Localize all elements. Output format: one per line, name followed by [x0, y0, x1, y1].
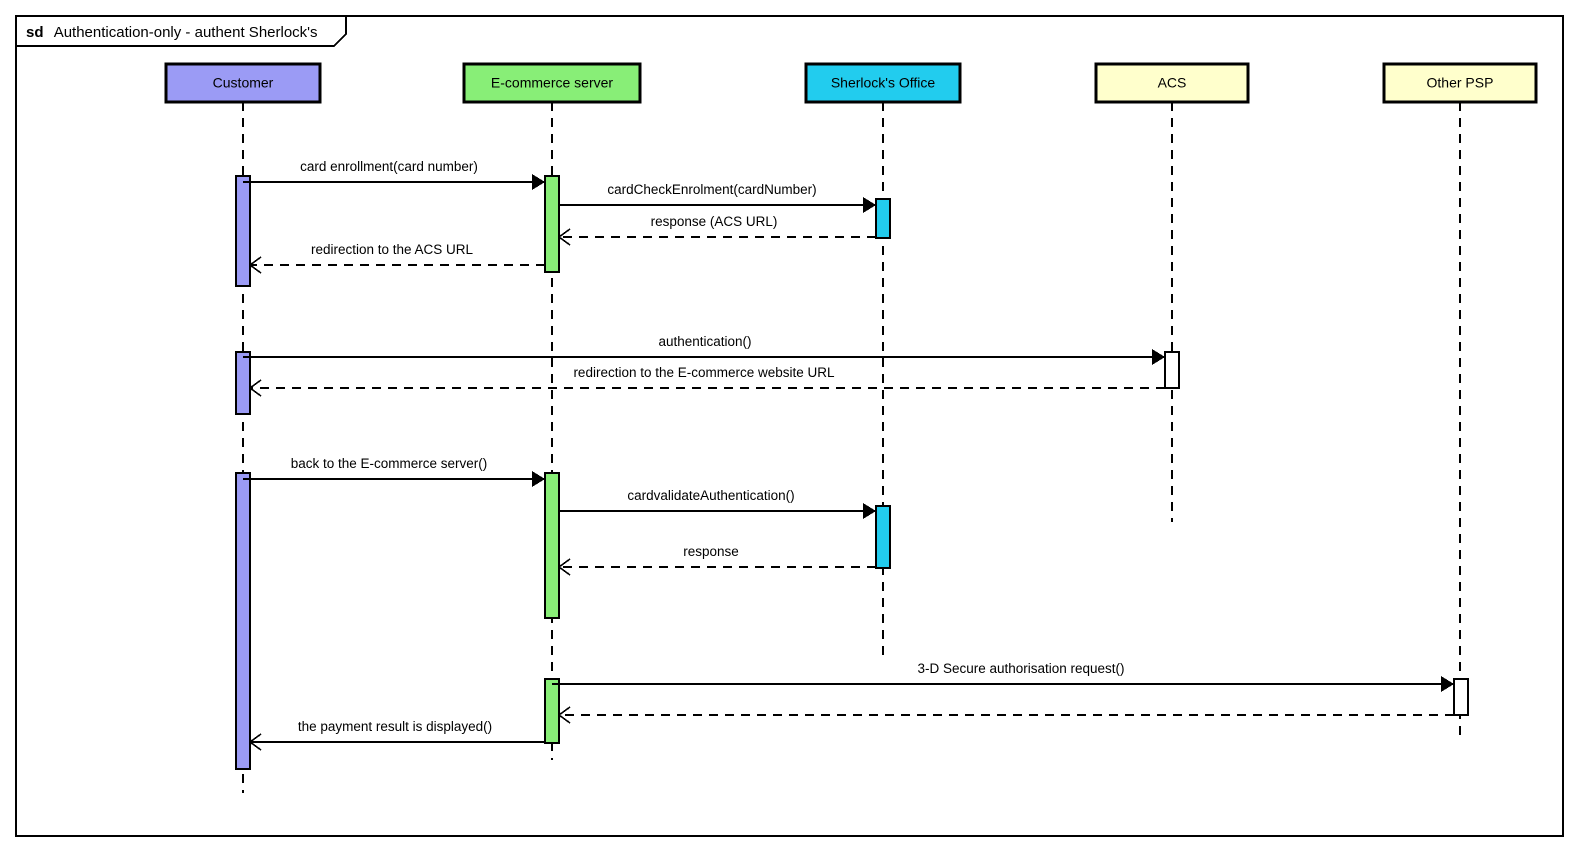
activation-bar-sherlock [875, 505, 891, 569]
participant-ecommerce[interactable]: E-commerce server [462, 62, 642, 104]
activation-bar-ecommerce [544, 472, 560, 619]
sequence-diagram-root: sd Authentication-only - authent Sherloc… [0, 0, 1579, 852]
activation-bar-ecommerce [544, 678, 560, 744]
frame-title-label: Authentication-only - authent Sherlock's [54, 24, 318, 41]
message-label-msg-8: cardvalidateAuthentication() [627, 488, 794, 503]
participant-sherlock[interactable]: Sherlock's Office [804, 62, 962, 104]
activation-bar-customer [235, 472, 251, 770]
participant-label-customer: Customer [213, 75, 274, 91]
participant-label-otherpsp: Other PSP [1427, 75, 1494, 91]
message-label-msg-2: cardCheckEnrolment(cardNumber) [607, 182, 816, 197]
participant-customer[interactable]: Customer [164, 62, 322, 104]
message-label-msg-3: response (ACS URL) [651, 214, 778, 229]
message-label-msg-1: card enrollment(card number) [300, 159, 478, 174]
activation-bar-customer [235, 351, 251, 415]
participant-otherpsp[interactable]: Other PSP [1382, 62, 1538, 104]
message-label-msg-6: redirection to the E-commerce website UR… [573, 365, 835, 380]
message-label-msg-5: authentication() [658, 334, 751, 349]
participant-label-sherlock: Sherlock's Office [831, 75, 936, 91]
message-label-msg-4: redirection to the ACS URL [311, 242, 474, 257]
activation-bar-otherpsp [1453, 678, 1469, 716]
frame-tab-text: sd Authentication-only - authent Sherloc… [26, 24, 318, 41]
message-label-msg-7: back to the E-commerce server() [291, 456, 488, 471]
activation-bar-customer [235, 175, 251, 287]
participant-label-ecommerce: E-commerce server [491, 75, 613, 91]
participant-label-acs: ACS [1158, 75, 1187, 91]
activation-bar-ecommerce [544, 175, 560, 273]
message-label-msg-10: 3-D Secure authorisation request() [917, 661, 1124, 676]
message-label-msg-9: response [683, 544, 739, 559]
participant-acs[interactable]: ACS [1094, 62, 1250, 104]
sequence-diagram-canvas: sd Authentication-only - authent Sherloc… [0, 0, 1579, 852]
activation-bar-sherlock [875, 198, 891, 239]
activation-bar-acs [1164, 351, 1180, 389]
message-label-msg-12: the payment result is displayed() [298, 719, 492, 734]
frame-kind-label: sd [26, 24, 44, 41]
